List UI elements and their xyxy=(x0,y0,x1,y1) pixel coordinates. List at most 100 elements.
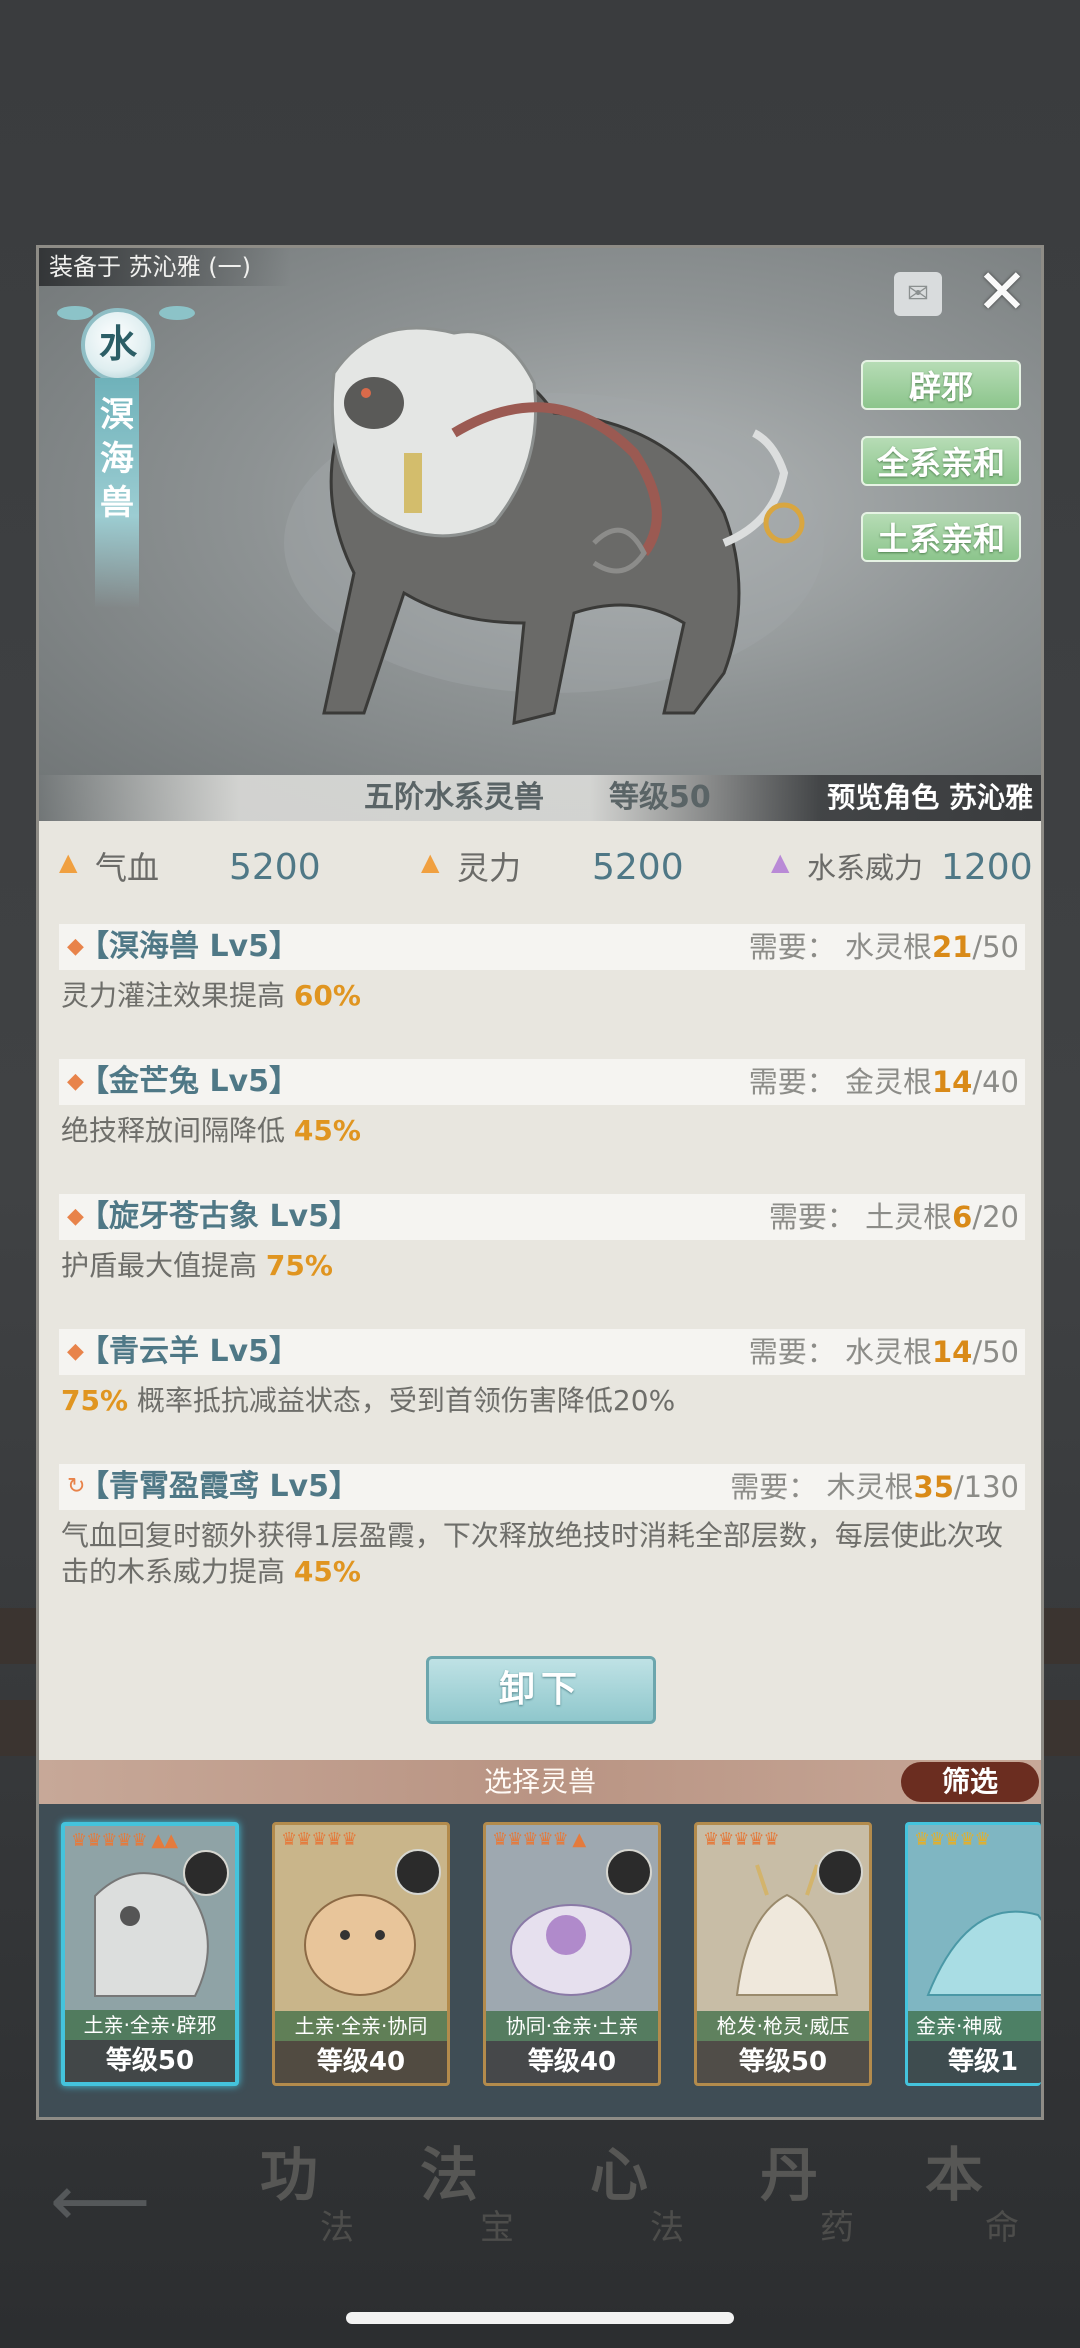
beast-card[interactable]: ♛♛♛♛♛ 枪发·枪灵·威压 等级50 xyxy=(694,1822,872,2086)
stats-row: ▲ 气血 5200 ▲ 灵力 5200 ▲ 水系威力 1200 xyxy=(39,838,1041,898)
req-current: 35 xyxy=(913,1470,954,1504)
stat-value-hp: 5200 xyxy=(229,847,321,888)
nav-item-xinfa[interactable]: 心 法 xyxy=(580,2100,740,2300)
nav-sublabel: 宝 xyxy=(480,2208,514,2248)
skill-header: ↻ 【青霄盈霞鸢 Lv5】 需要： 木灵根35/130 xyxy=(59,1464,1025,1510)
stat-label-water-power: 水系威力 xyxy=(807,851,924,885)
skill-requirement: 需要： 木灵根35/130 xyxy=(730,1464,1019,1510)
nav-item-danyao[interactable]: 丹 药 xyxy=(750,2100,910,2300)
star-rating: ♛♛♛♛♛ xyxy=(703,1829,780,1850)
mail-icon[interactable]: ✉ xyxy=(894,272,942,316)
desc-highlight: 75% xyxy=(61,1384,129,1417)
req-current: 6 xyxy=(952,1200,973,1234)
trait-tag: 土系亲和 xyxy=(861,512,1021,562)
desc-highlight: 45% xyxy=(293,1114,361,1147)
trait-tag: 辟邪 xyxy=(861,360,1021,410)
req-label: 需要： 土灵根 xyxy=(768,1200,953,1234)
skill-name: 【旋牙苍古象 Lv5】 xyxy=(79,1199,359,1234)
skill-name: 【金芒兔 Lv5】 xyxy=(79,1064,299,1099)
beast-card[interactable]: ♛♛♛♛♛ ▲▲ 土亲·全亲·辟邪 等级50 xyxy=(61,1822,239,2086)
stat-value-mana: 5200 xyxy=(592,847,684,888)
beast-card-level: 等级40 xyxy=(486,2041,658,2083)
req-current: 21 xyxy=(931,930,973,964)
beast-header: 装备于 苏沁雅 (一) ✉ ✕ 水 溟海兽 辟邪 全系亲和 土系亲和 五阶水系灵… xyxy=(39,248,1041,821)
req-current: 14 xyxy=(931,1065,973,1099)
avatar xyxy=(395,1849,441,1895)
nav-item-fabao[interactable]: 法 宝 xyxy=(410,2100,570,2300)
star-rating: ♛♛♛♛♛ xyxy=(281,1829,358,1850)
desc-text: 护盾最大值提高 xyxy=(61,1249,266,1282)
beast-thumbnail xyxy=(926,1910,1041,1996)
filter-button[interactable]: 筛选 xyxy=(901,1762,1039,1802)
beast-card[interactable]: ♛♛♛♛♛ ▲ 协同·金亲·土亲 等级40 xyxy=(483,1822,661,2086)
beast-name-text: 溟海兽 xyxy=(100,395,134,523)
skill-description: 灵力灌注效果提高 60% xyxy=(61,978,1027,1014)
beast-card-level: 等级50 xyxy=(697,2041,869,2083)
star-rating: ♛♛♛♛♛ ▲ xyxy=(492,1829,586,1850)
nav-label: 心 xyxy=(590,2141,649,2209)
req-label: 需要： 金灵根 xyxy=(748,1065,932,1099)
desc-highlight: 45% xyxy=(293,1555,361,1588)
nav-item-benming[interactable]: 本 命 xyxy=(915,2100,1075,2300)
beast-card[interactable]: ♛♛♛♛♛ 金亲·神威 等级1 xyxy=(905,1822,1041,2086)
preview-character[interactable]: 预览角色 苏沁雅 xyxy=(827,775,1033,821)
skill-header: ◆ 【旋牙苍古象 Lv5】 需要： 土灵根6/20 xyxy=(59,1194,1025,1240)
skill-description: 绝技释放间隔降低 45% xyxy=(61,1113,1027,1149)
badge-wing-decoration xyxy=(57,306,93,320)
desc-highlight: 75% xyxy=(265,1249,333,1282)
beast-card-list: ♛♛♛♛♛ ▲▲ 土亲·全亲·辟邪 等级50 ♛♛♛♛♛ 土亲·全亲·协同 等级… xyxy=(39,1804,1041,2117)
req-max: /20 xyxy=(972,1200,1019,1234)
select-beast-bar: 选择灵兽 筛选 xyxy=(39,1760,1041,1804)
beast-card-tags: 土亲·全亲·协同 xyxy=(275,2011,447,2041)
select-beast-title: 选择灵兽 xyxy=(483,1765,596,1798)
desc-highlight: 60% xyxy=(293,979,361,1012)
nav-label: 丹 xyxy=(760,2141,819,2209)
skill-name: 【青霄盈霞鸢 Lv5】 xyxy=(79,1469,359,1504)
desc-text: 绝技释放间隔降低 xyxy=(61,1114,294,1147)
badge-wing-decoration xyxy=(159,306,195,320)
trait-tag: 全系亲和 xyxy=(861,436,1021,486)
beast-name: 溟海兽 xyxy=(95,393,139,525)
home-indicator[interactable] xyxy=(346,2312,734,2324)
skill-description: 75% 概率抵抗减益状态，受到首领伤害降低20% xyxy=(61,1383,1027,1419)
stat-label-hp: 气血 xyxy=(95,849,160,887)
req-max: /130 xyxy=(953,1470,1019,1504)
desc-text: 灵力灌注效果提高 xyxy=(61,979,294,1012)
equip-label: 装备于 苏沁雅 (一) xyxy=(39,248,291,286)
unequip-button[interactable]: 卸下 xyxy=(426,1656,656,1724)
skill-name: 【青云羊 Lv5】 xyxy=(79,1334,299,1369)
nav-sublabel: 命 xyxy=(985,2208,1019,2248)
avatar xyxy=(606,1849,652,1895)
skill-header: ◆ 【溟海兽 Lv5】 需要： 水灵根21/50 xyxy=(59,924,1025,970)
beast-card-level: 等级50 xyxy=(65,2040,235,2082)
skill-header: ◆ 【青云羊 Lv5】 需要： 水灵根14/50 xyxy=(59,1329,1025,1375)
skill-requirement: 需要： 土灵根6/20 xyxy=(769,1194,1019,1240)
beast-tier: 五阶水系灵兽 xyxy=(364,780,544,815)
star-rating: ♛♛♛♛♛ ▲▲ xyxy=(71,1830,178,1851)
desc-text: 概率抵抗减益状态，受到首领伤害降低20% xyxy=(128,1384,676,1417)
beast-card-tags: 土亲·全亲·辟邪 xyxy=(65,2010,235,2040)
nav-label: 功 xyxy=(260,2141,319,2209)
skill-header: ◆ 【金芒兔 Lv5】 需要： 金灵根14/40 xyxy=(59,1059,1025,1105)
beast-card-level: 等级1 xyxy=(908,2041,1041,2083)
nav-item-gongfa[interactable]: 功 法 xyxy=(250,2100,410,2300)
beast-card[interactable]: ♛♛♛♛♛ 土亲·全亲·协同 等级40 xyxy=(272,1822,450,2086)
nav-sublabel: 法 xyxy=(650,2208,684,2248)
nav-label: 法 xyxy=(420,2141,479,2209)
skill-requirement: 需要： 金灵根14/40 xyxy=(749,1059,1019,1105)
stat-label-mana: 灵力 xyxy=(457,849,522,887)
triangle-up-icon: ▲ xyxy=(771,848,790,876)
beast-level: 等级50 xyxy=(609,780,711,815)
req-label: 需要： 水灵根 xyxy=(748,1335,932,1369)
close-icon[interactable]: ✕ xyxy=(972,261,1032,323)
req-max: /40 xyxy=(972,1065,1019,1099)
beast-card-tags: 枪发·枪灵·威压 xyxy=(697,2011,869,2041)
skill-description: 护盾最大值提高 75% xyxy=(61,1248,1027,1284)
back-arrow-icon[interactable]: ⟵ xyxy=(50,2160,150,2242)
triangle-up-icon: ▲ xyxy=(421,848,440,876)
desc-text: 气血回复时额外获得1层盈霞，下次释放绝技时消耗全部层数，每层使此次攻击的木系威力… xyxy=(61,1519,1003,1588)
beast-card-level: 等级40 xyxy=(275,2041,447,2083)
star-rating: ♛♛♛♛♛ xyxy=(914,1829,991,1850)
skill-description: 气血回复时额外获得1层盈霞，下次释放绝技时消耗全部层数，每层使此次攻击的木系威力… xyxy=(61,1518,1027,1590)
bottom-nav: ⟵ 功 法 法 宝 心 法 丹 药 本 命 xyxy=(0,2100,1080,2300)
